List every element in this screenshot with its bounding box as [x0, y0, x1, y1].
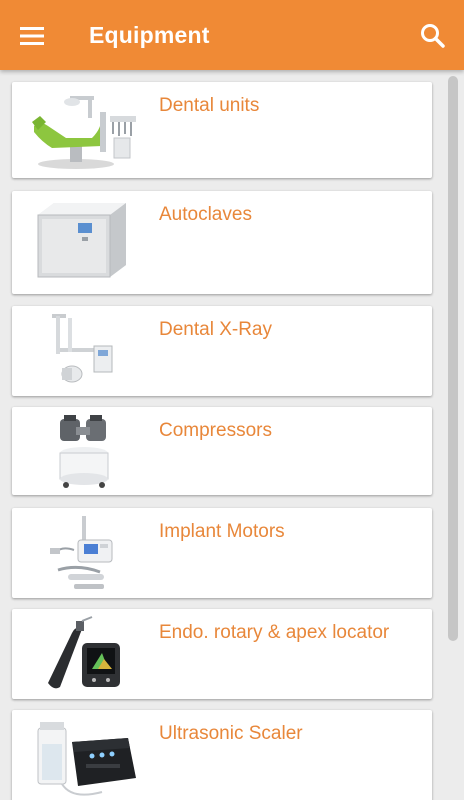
list-item-dental-x-ray[interactable]: Dental X-Ray — [12, 306, 432, 396]
xray-unit-image — [52, 314, 113, 383]
endo-motor-image — [48, 616, 120, 689]
list-item-label: Ultrasonic Scaler — [159, 723, 303, 744]
menu-button[interactable] — [20, 20, 56, 52]
list-item-endo-rotary-apex-locator[interactable]: Endo. rotary & apex locator — [12, 609, 432, 699]
dental-chair-image — [32, 96, 136, 169]
page-title: Equipment — [89, 22, 210, 48]
app-bar: Equipment — [0, 0, 464, 70]
search-icon — [421, 24, 445, 48]
search-button[interactable] — [418, 21, 448, 51]
hamburger-menu-icon — [20, 27, 44, 45]
list-item-autoclaves[interactable]: Autoclaves — [12, 191, 432, 294]
list-item-label: Dental X-Ray — [159, 319, 272, 340]
list-item-dental-units[interactable]: Dental units — [12, 82, 432, 178]
scrollbar[interactable] — [448, 70, 458, 800]
equipment-list: Dental units Autoclaves Dental X-Ray Com… — [0, 70, 446, 800]
list-item-implant-motors[interactable]: Implant Motors — [12, 508, 432, 598]
ultrasonic-scaler-image — [37, 722, 136, 796]
list-item-ultrasonic-scaler[interactable]: Ultrasonic Scaler — [12, 710, 432, 800]
scrollbar-thumb[interactable] — [448, 76, 458, 641]
list-item-label: Implant Motors — [159, 521, 285, 542]
list-item-compressors[interactable]: Compressors — [12, 407, 432, 495]
compressor-image — [59, 415, 109, 488]
list-item-label: Endo. rotary & apex locator — [159, 622, 390, 643]
list-item-label: Autoclaves — [159, 204, 252, 225]
list-item-label: Dental units — [159, 95, 260, 116]
list-item-label: Compressors — [159, 420, 272, 441]
implant-motor-image — [50, 516, 113, 589]
autoclave-image — [37, 203, 126, 278]
